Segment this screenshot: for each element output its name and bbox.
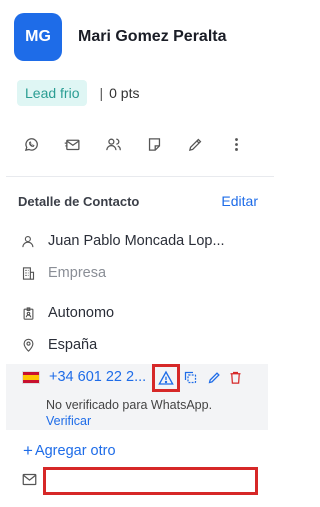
copy-icon[interactable] — [182, 369, 199, 386]
company-placeholder[interactable]: Empresa — [48, 265, 106, 281]
spain-flag-icon[interactable] — [22, 371, 40, 384]
contact-header: MG Mari Gomez Peralta — [14, 13, 227, 61]
country-row: España — [20, 337, 97, 353]
edit-link[interactable]: Editar — [221, 193, 258, 209]
building-icon — [20, 265, 36, 281]
contact-type: Autonomo — [48, 305, 115, 321]
company-row: Empresa — [20, 265, 106, 281]
section-title: Detalle de Contacto — [18, 193, 140, 209]
email-send-icon[interactable] — [63, 135, 81, 153]
contact-person-name: Juan Pablo Moncada Lop... — [48, 233, 225, 249]
badge-icon — [20, 305, 36, 321]
contact-name: Mari Gomez Peralta — [78, 28, 227, 45]
add-other-button[interactable]: + Agregar otro — [23, 441, 116, 461]
trash-icon[interactable] — [227, 369, 244, 386]
more-vertical-icon[interactable] — [227, 135, 245, 153]
warning-icon[interactable] — [152, 364, 180, 392]
type-row: Autonomo — [20, 305, 114, 321]
mail-icon — [22, 473, 38, 487]
whatsapp-icon[interactable] — [22, 135, 40, 153]
divider — [6, 176, 274, 177]
note-icon[interactable] — [145, 135, 163, 153]
tags-row: Lead frio | 0 pts — [17, 80, 139, 106]
user-icon — [20, 233, 36, 249]
country: España — [48, 337, 98, 353]
phone-number[interactable]: +34 601 22 2... — [49, 369, 146, 385]
action-bar — [22, 135, 268, 153]
details-header: Detalle de Contacto Editar — [18, 193, 258, 209]
location-icon — [20, 337, 36, 353]
verify-link[interactable]: Verificar — [46, 414, 91, 428]
points-label: 0 pts — [109, 85, 140, 101]
contact-person-row: Juan Pablo Moncada Lop... — [20, 233, 225, 249]
avatar: MG — [14, 13, 62, 61]
plus-icon: + — [23, 441, 33, 460]
status-badge[interactable]: Lead frio — [17, 80, 88, 106]
edit-phone-icon[interactable] — [206, 369, 223, 386]
users-icon[interactable] — [104, 135, 122, 153]
points-separator: | — [99, 85, 104, 101]
add-other-label: Agregar otro — [34, 443, 116, 459]
email-input[interactable] — [43, 467, 258, 495]
whatsapp-status-note: No verificado para WhatsApp. — [46, 398, 213, 412]
pencil-icon[interactable] — [186, 135, 204, 153]
